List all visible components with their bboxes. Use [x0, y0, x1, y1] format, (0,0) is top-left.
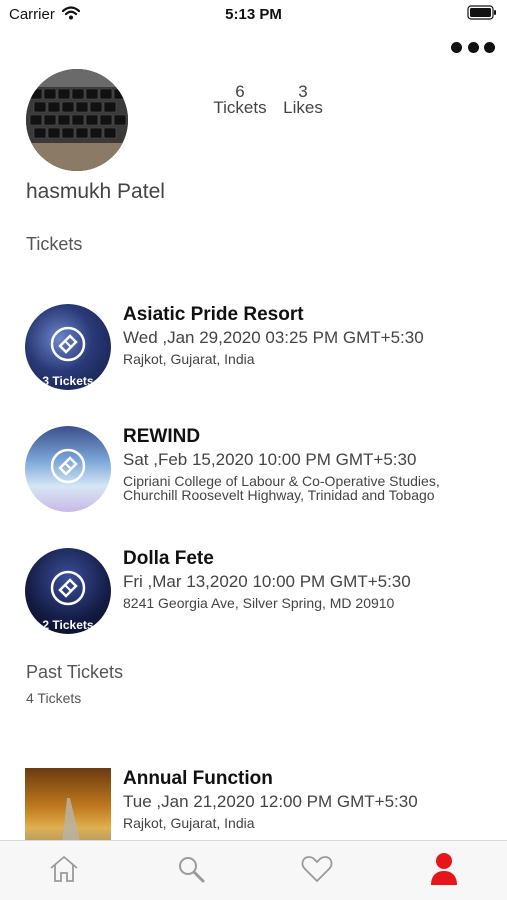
home-icon: [50, 855, 78, 882]
event-thumbnail: 2 Tickets: [25, 548, 111, 634]
ticket-item[interactable]: 3 Tickets Asiatic Pride Resort Wed ,Jan …: [25, 304, 495, 394]
likes-stat-label: Likes: [283, 98, 323, 117]
ticket-icon: [50, 448, 86, 484]
more-dot-icon: [484, 41, 495, 53]
tab-home[interactable]: [44, 849, 84, 889]
tab-profile[interactable]: [424, 849, 464, 889]
more-dot-icon: [467, 41, 479, 53]
event-thumbnail: 3 Tickets: [25, 304, 111, 390]
avatar[interactable]: [26, 69, 128, 171]
status-bar: Carrier 5:13 PM: [0, 0, 507, 30]
ticket-icon: [50, 326, 86, 362]
event-date: Fri ,Mar 13,2020 10:00 PM GMT+5:30: [123, 572, 411, 591]
tickets-section-title: Tickets: [26, 234, 83, 254]
tab-likes[interactable]: [297, 849, 337, 889]
event-date: Sat ,Feb 15,2020 10:00 PM GMT+5:30: [123, 450, 417, 469]
status-time: 5:13 PM: [225, 6, 282, 23]
battery-icon: [467, 5, 497, 25]
heart-icon: [301, 856, 333, 883]
event-title: Dolla Fete: [123, 548, 214, 569]
likes-stat[interactable]: 3 Likes: [280, 83, 326, 117]
past-tickets-count: 4 Tickets: [26, 690, 82, 706]
profile-icon: [431, 853, 457, 885]
more-dot-icon: [451, 41, 462, 53]
event-venue: Rajkot, Gujarat, India: [123, 815, 255, 831]
tickets-stat[interactable]: 6 Tickets: [210, 83, 270, 117]
event-venue: 8241 Georgia Ave, Silver Spring, MD 2091…: [123, 595, 395, 611]
tickets-stat-label: Tickets: [213, 98, 267, 117]
event-title: Annual Function: [123, 768, 273, 789]
ticket-item[interactable]: REWIND Sat ,Feb 15,2020 10:00 PM GMT+5:3…: [25, 426, 495, 516]
profile-name: hasmukh Patel: [26, 180, 165, 203]
ticket-count-badge: 3 Tickets: [42, 374, 94, 388]
ticket-icon: [50, 570, 86, 606]
event-venue: Cipriani College of Labour & Co-Operativ…: [123, 473, 440, 503]
tab-bar: [0, 840, 507, 900]
event-date: Tue ,Jan 21,2020 12:00 PM GMT+5:30: [123, 792, 418, 811]
event-date: Wed ,Jan 29,2020 03:25 PM GMT+5:30: [123, 328, 424, 347]
event-title: REWIND: [123, 426, 201, 447]
past-tickets-section-title: Past Tickets: [26, 662, 124, 682]
ticket-count-badge: 2 Tickets: [42, 618, 94, 632]
event-title: Asiatic Pride Resort: [123, 304, 304, 325]
event-thumbnail: [25, 426, 111, 512]
tab-search[interactable]: [171, 849, 211, 889]
search-icon: [179, 857, 205, 883]
ticket-item[interactable]: 2 Tickets Dolla Fete Fri ,Mar 13,2020 10…: [25, 548, 495, 638]
event-venue: Rajkot, Gujarat, India: [123, 351, 255, 367]
more-options-button[interactable]: [451, 38, 495, 56]
